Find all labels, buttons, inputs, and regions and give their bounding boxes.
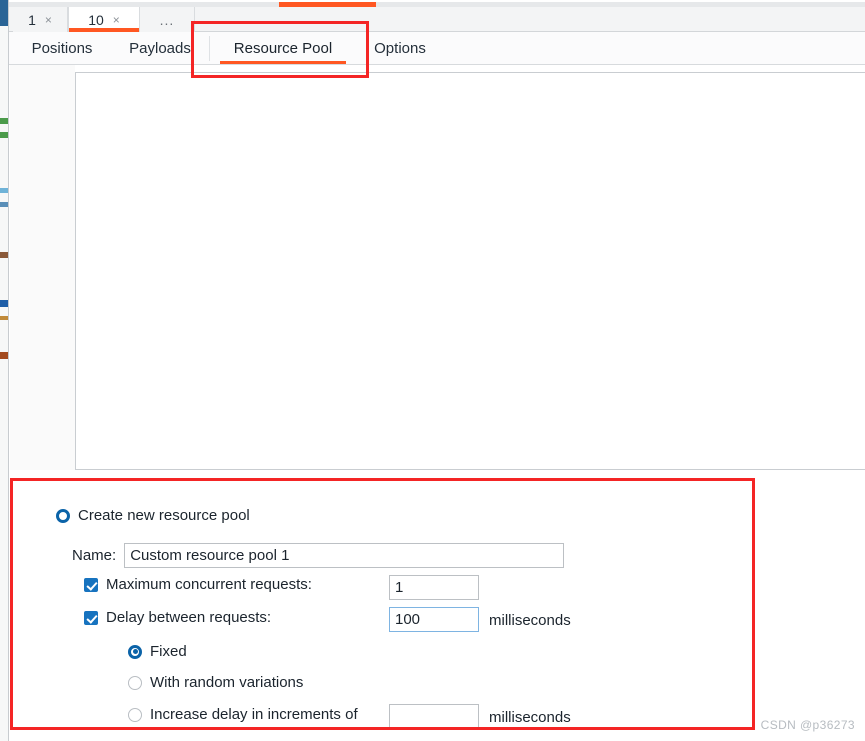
max-concurrent-row: Maximum concurrent requests: <box>84 577 312 592</box>
max-concurrent-input[interactable] <box>389 575 479 600</box>
panel-left-gutter <box>10 65 75 470</box>
left-edge-strip <box>0 0 9 741</box>
attack-tab-10[interactable]: 10 × <box>68 7 140 32</box>
tab-options-label: Options <box>374 40 426 57</box>
attack-tab-1[interactable]: 1 × <box>13 7 68 32</box>
delay-between-label: Delay between requests: <box>106 609 272 626</box>
delay-increment-input[interactable] <box>389 704 479 729</box>
attack-tab-overflow-label: ... <box>159 11 175 28</box>
delay-between-checkbox[interactable] <box>84 610 98 625</box>
create-new-pool-radio[interactable] <box>56 508 70 523</box>
create-new-pool-row[interactable]: Create new resource pool <box>56 508 250 523</box>
delay-mode-increment-row[interactable]: Increase delay in increments of <box>128 707 358 722</box>
resource-pool-list-area[interactable] <box>75 72 865 470</box>
subtab-divider <box>209 36 210 61</box>
tab-payloads[interactable]: Payloads <box>114 32 206 65</box>
tab-positions-label: Positions <box>31 40 93 57</box>
pool-name-input[interactable] <box>124 543 565 568</box>
tab-payloads-label: Payloads <box>129 40 191 57</box>
tab-resource-pool-label: Resource Pool <box>233 40 333 57</box>
pool-name-label: Name: <box>72 547 117 564</box>
delay-increment-unit: milliseconds <box>489 709 571 726</box>
pool-name-row: Name: <box>72 543 565 568</box>
intruder-subtab-strip: Positions Payloads Resource Pool Options <box>9 32 865 65</box>
intruder-window: 1 × 10 × ... Positions Payloads Resource… <box>0 0 865 741</box>
attack-tab-1-label: 1 <box>28 11 36 28</box>
delay-mode-fixed-radio[interactable] <box>128 644 142 659</box>
delay-mode-increment-label: Increase delay in increments of <box>150 706 358 723</box>
attack-tab-overflow[interactable]: ... <box>140 7 195 32</box>
max-concurrent-label: Maximum concurrent requests: <box>106 576 312 593</box>
delay-mode-random-radio[interactable] <box>128 675 142 690</box>
create-new-pool-label: Create new resource pool <box>78 507 250 524</box>
delay-mode-fixed-row[interactable]: Fixed <box>128 644 187 659</box>
delay-between-row: Delay between requests: <box>84 610 271 625</box>
attack-tab-10-label: 10 <box>88 11 104 28</box>
watermark: CSDN @p36273 <box>760 718 855 732</box>
close-icon[interactable]: × <box>45 14 52 26</box>
create-pool-options: Create new resource pool Name: Maximum c… <box>12 480 753 729</box>
close-icon[interactable]: × <box>113 14 120 26</box>
tab-resource-pool[interactable]: Resource Pool <box>213 32 353 65</box>
delay-mode-random-row[interactable]: With random variations <box>128 675 303 690</box>
delay-between-input[interactable] <box>389 607 479 632</box>
delay-between-unit: milliseconds <box>489 612 571 629</box>
delay-mode-increment-radio[interactable] <box>128 707 142 722</box>
max-concurrent-checkbox[interactable] <box>84 577 98 592</box>
tab-options[interactable]: Options <box>359 32 441 65</box>
delay-mode-random-label: With random variations <box>150 674 304 691</box>
tab-positions[interactable]: Positions <box>16 32 108 65</box>
attack-tab-strip: 1 × 10 × ... <box>9 7 865 32</box>
delay-mode-fixed-label: Fixed <box>150 643 187 660</box>
